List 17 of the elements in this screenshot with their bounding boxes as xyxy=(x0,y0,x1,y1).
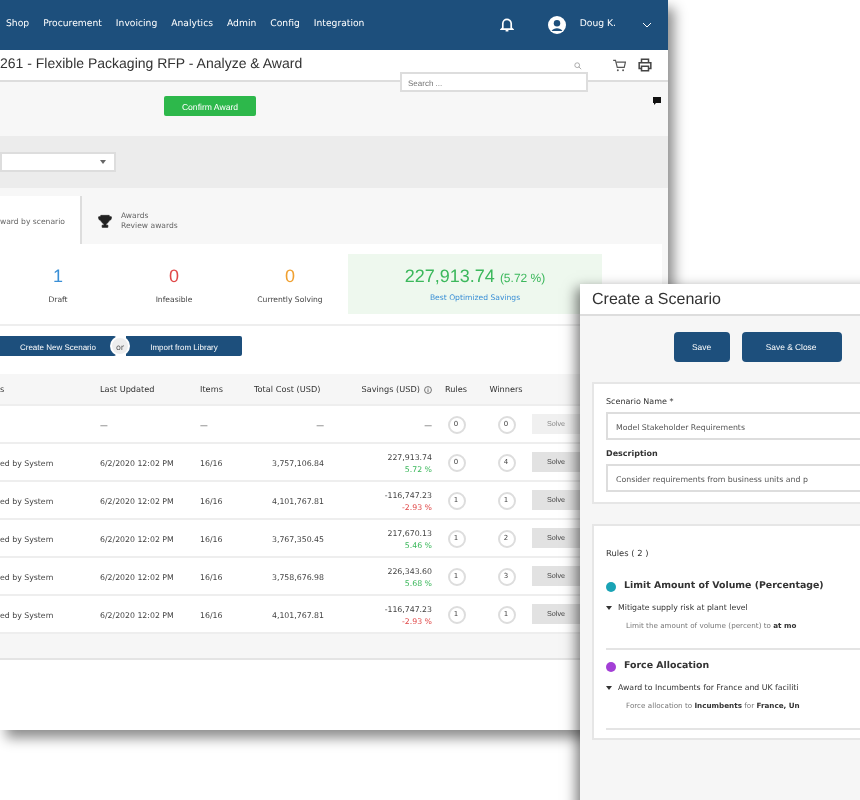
bell-icon[interactable] xyxy=(499,18,514,32)
search-icon xyxy=(574,61,582,69)
caret-icon[interactable] xyxy=(606,685,612,689)
dialog-title: Create a Scenario xyxy=(580,284,860,316)
stat-value: 0 xyxy=(284,265,295,285)
caret-icon xyxy=(100,160,106,164)
chat-icon[interactable] xyxy=(652,96,662,106)
cart-icon[interactable] xyxy=(612,58,626,72)
chevron-down-icon[interactable] xyxy=(642,22,652,28)
best-savings-value: 227,913.74 xyxy=(404,266,495,286)
caret-icon[interactable] xyxy=(606,605,612,609)
trophy-icon xyxy=(98,213,113,227)
stat-value: 0 xyxy=(168,265,179,285)
stat-value: 1 xyxy=(52,265,63,285)
info-icon xyxy=(424,385,432,393)
print-icon[interactable] xyxy=(638,58,652,72)
avatar-icon[interactable] xyxy=(547,16,566,34)
